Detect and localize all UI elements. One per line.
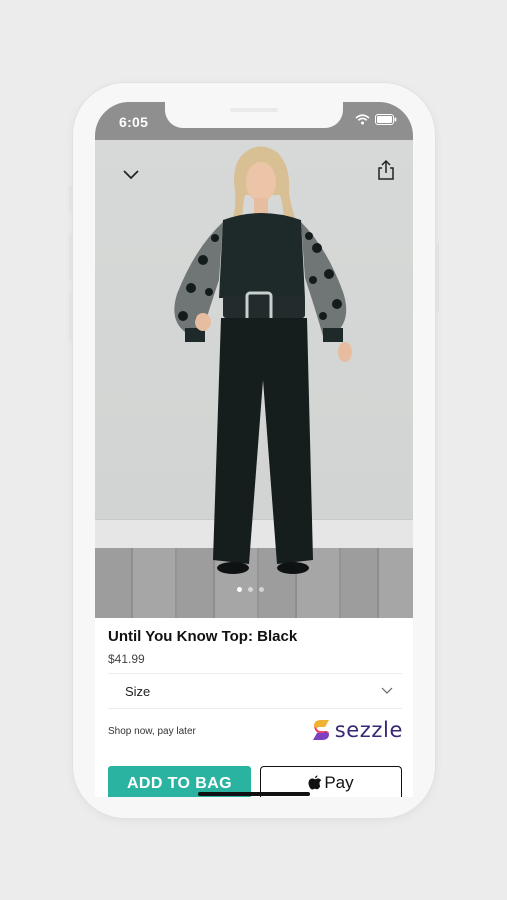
home-indicator[interactable] (198, 792, 310, 796)
sezzle-logo[interactable]: sezzle (310, 718, 403, 742)
product-info: Until You Know Top: Black $41.99 Size Sh… (95, 618, 413, 797)
battery-icon (375, 114, 397, 125)
sezzle-wordmark: sezzle (334, 718, 403, 742)
size-selector[interactable]: Size (108, 673, 402, 709)
apple-pay-label: Pay (324, 772, 354, 792)
product-image[interactable] (95, 140, 413, 618)
model-figure (174, 146, 352, 574)
apple-icon (308, 774, 322, 789)
phone-screen: 6:05 Until You Know Top: Black $41.99 Si… (95, 102, 413, 797)
chevron-down-icon[interactable] (119, 162, 143, 186)
size-label: Size (125, 684, 151, 699)
status-icons (355, 114, 397, 125)
phone-frame: 6:05 Until You Know Top: Black $41.99 Si… (69, 83, 439, 818)
share-icon[interactable] (374, 158, 398, 182)
carousel-dot[interactable] (259, 587, 264, 592)
carousel-dots (237, 587, 264, 592)
wifi-icon (355, 114, 370, 125)
phone-side-button (69, 186, 73, 212)
carousel-dot[interactable] (237, 587, 242, 592)
phone-side-button (69, 293, 73, 341)
status-bar: 6:05 (95, 102, 413, 140)
chevron-down-icon (381, 687, 393, 694)
status-time: 6:05 (119, 114, 149, 130)
pay-later-text: Shop now, pay later (108, 726, 196, 737)
product-price: $41.99 (108, 652, 145, 666)
notch (165, 102, 343, 128)
app-store-page: 6:05 Until You Know Top: Black $41.99 Si… (0, 0, 507, 900)
notch-speaker (230, 108, 278, 112)
phone-side-button (435, 243, 439, 313)
phone-side-button (69, 233, 73, 281)
carousel-dot[interactable] (248, 587, 253, 592)
product-title: Until You Know Top: Black (108, 628, 298, 645)
sezzle-mark-icon (312, 720, 329, 740)
